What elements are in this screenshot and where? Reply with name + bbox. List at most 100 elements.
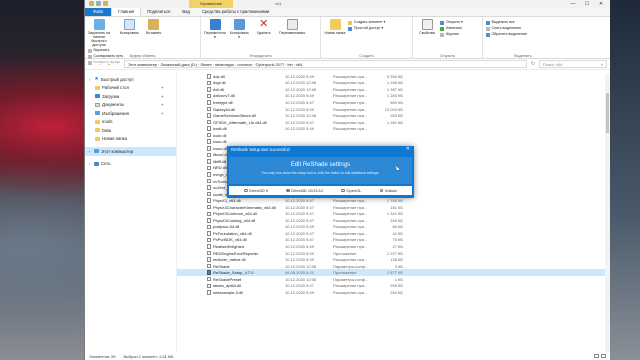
dialog-close-button[interactable]: ✕ [406,146,410,153]
file-row[interactable]: swresample-3.dll 10.12.2020 5:49 Расширени… [177,289,610,296]
refresh-icon[interactable]: ↻ [530,61,536,67]
api-radio-option[interactable]: Direct3D 10/11/12 [286,188,323,193]
folder-icon[interactable] [89,1,94,6]
file-name-cell: PhysX3Cooking_x64.dll [177,218,285,223]
delete-button[interactable]: ✕ Удалить [253,19,275,36]
breadcrumb-item[interactable]: x64 [296,61,302,67]
breadcrumb-item[interactable]: Локальный диск (D:) [160,61,197,67]
file-name-cell: RealismEnlighted [177,244,285,249]
chevron-right-icon[interactable]: › [89,161,92,166]
file-date: 10.12.2020 5:49 [285,224,314,230]
breadcrumb-item[interactable]: steamapps [215,61,234,67]
select-none-button[interactable]: Снять выделение [486,26,527,31]
nav-item[interactable]: › ★ Быстрый доступ [85,75,176,84]
star-icon: ★ [94,76,99,83]
radio-button-icon[interactable] [379,188,384,193]
minimize-button[interactable]: — [566,0,580,8]
close-button[interactable]: ✕ [594,0,608,8]
nav-item[interactable]: › Сеть [85,160,176,169]
breadcrumb-item[interactable]: Steam [201,61,212,67]
nav-item[interactable]: Изображения ✦ [85,109,176,118]
file-icon [207,198,211,203]
breadcrumb-item[interactable]: bin [287,61,292,67]
nav-item[interactable]: › Этот компьютер [85,147,176,156]
nav-item[interactable]: Data [85,126,176,135]
open-button[interactable]: Открыть ▾ [440,20,463,25]
file-type: Расширение при... [333,119,368,125]
breadcrumb-item[interactable]: common [237,61,252,67]
chevron-right-icon[interactable]: › [89,77,92,82]
ribbon-tab[interactable]: Файл [85,8,112,16]
radio-button-icon[interactable] [286,188,290,193]
radio-button-icon[interactable] [341,188,345,193]
chevron-right-icon[interactable]: › [89,149,92,154]
history-button[interactable]: Журнал [440,32,462,37]
details-view-icon[interactable] [594,354,599,358]
breadcrumb-item[interactable]: Cyberpunk 2077 [256,61,285,67]
nav-item[interactable]: Новая папка [85,135,176,144]
rename-button[interactable]: Переименовать [277,19,307,35]
file-name: redlover_native.dll [213,257,246,263]
edit-settings-button[interactable]: Edit ReShade settings You may now close … [229,157,412,184]
search-input[interactable]: Поиск: x64 ⌕ [539,60,607,68]
invert-selection-button[interactable]: Обратить выделение [486,32,527,37]
copy-to-button[interactable]: Копировать в [228,19,250,39]
new-folder-icon[interactable] [103,1,108,6]
file-name: NRD.dll [213,165,227,171]
copy-button[interactable]: Копировать [118,19,140,35]
ribbon-tab[interactable]: Главная [111,7,142,16]
file-name: icudt.dll [213,126,227,132]
breadcrumb-item[interactable]: Этот компьютер [128,61,157,67]
file-name-cell: dxil.dll [177,87,285,92]
easy-access-button[interactable]: Простой доступ ▾ [348,26,385,31]
nav-item[interactable]: Загрузки ✦ [85,92,176,101]
new-item-button[interactable]: Создать элемент ▾ [348,20,385,25]
edit-button[interactable]: Изменить [440,26,462,31]
new-folder-button[interactable]: Новая папка [324,19,346,35]
file-name: freetype.dll [213,99,233,105]
properties-button[interactable]: Свойства [416,19,438,35]
file-name-cell: dxgi.dll [177,80,285,85]
cut-button[interactable]: Вырезать [88,48,123,53]
select-none-label: Снять выделение [491,26,522,30]
move-to-button[interactable]: Переместить в [204,19,226,39]
scrollbar-thumb[interactable] [606,93,609,133]
file-name-cell: icudt.dll [177,126,285,131]
copy-label: Копировать [119,31,140,35]
select-all-button[interactable]: Выделить все [486,20,527,25]
vertical-scrollbar[interactable] [605,73,610,352]
fold-icon [95,119,100,124]
properties-icon[interactable] [96,1,101,6]
api-radio-option[interactable]: Direct3D 9 [244,188,268,193]
file-name: PxPvdSDK_x64.dll [213,237,247,243]
address-bar[interactable]: Этот компьютер › Локальный диск (D:) › Steam… [124,60,527,68]
manage-tab-header[interactable]: Управление [189,0,233,8]
organize-group-label: Упорядочить [249,54,272,58]
nav-item[interactable]: Рабочий стол ✦ [85,84,176,93]
api-radio-option[interactable]: Vulkan [379,188,397,193]
pin-quick-access-button[interactable]: Закрепить на панели быстрого доступа [88,19,110,47]
desktop-wallpaper-right [610,0,640,360]
file-icon [207,100,211,105]
maximize-button[interactable]: ☐ [580,0,594,8]
large-icons-view-icon[interactable] [601,354,606,358]
file-name: GameServicesSteam.dll [213,113,256,119]
navigation-pane: › ★ Быстрый доступ Рабочий стол ✦ Загрузки ✦ До… [85,73,177,352]
ribbon-tab[interactable]: Вид [176,8,196,16]
application-icon [207,270,211,275]
ribbon-tab[interactable]: Поделиться [141,8,176,16]
radio-button-icon[interactable] [244,188,248,193]
ribbon-tab[interactable]: Средства работы с приложениями [196,8,275,16]
api-radio-option[interactable]: OpenGL [341,188,362,193]
select-all-label: Выделить все [491,20,515,24]
window-title: x64 [275,1,282,6]
file-name: GFSDK_Aftermath_Lib.x64.dll [213,119,267,125]
file-name-cell: PhysX3_x64.dll [177,198,285,203]
ribbon-tabs: Файл Главная Поделиться Вид Средства работы … [85,7,610,17]
nav-item[interactable]: mods [85,118,176,127]
nav-item[interactable]: Документы ✦ [85,101,176,110]
file-name-cell: freetype.dll [177,100,285,105]
paste-shortcut-button[interactable]: Вставить ярлык [88,60,123,65]
pin-icon [93,19,105,30]
paste-button[interactable]: Вставить [143,19,165,35]
